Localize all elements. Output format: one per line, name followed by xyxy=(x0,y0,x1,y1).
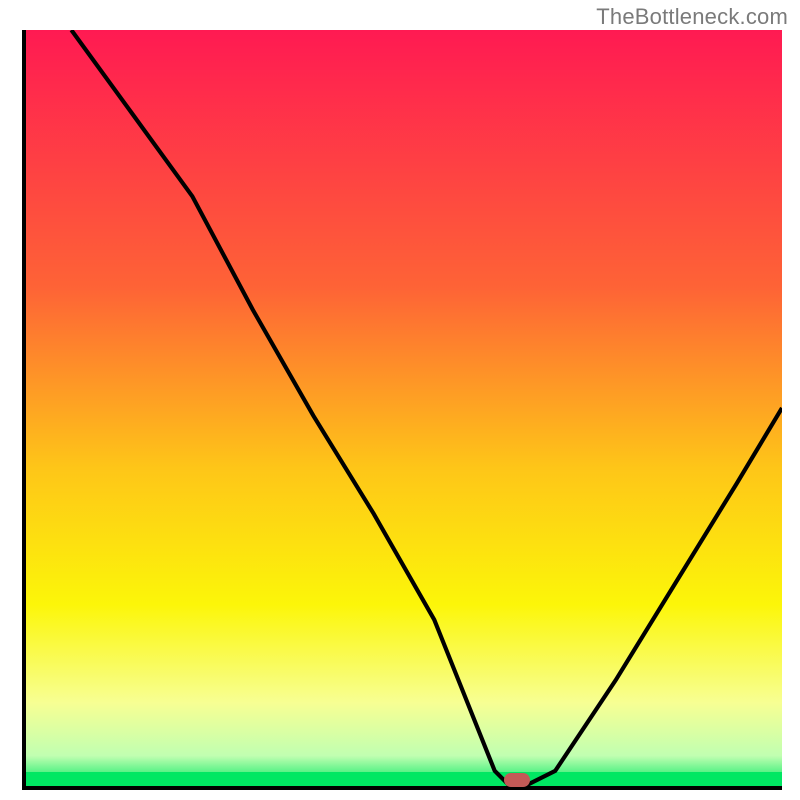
optimal-point-marker xyxy=(504,773,530,787)
attribution-label: TheBottleneck.com xyxy=(596,4,788,30)
heat-gradient xyxy=(26,30,782,786)
chart-container: TheBottleneck.com xyxy=(0,0,800,800)
plot-area xyxy=(22,30,782,790)
green-baseline-band xyxy=(26,772,782,786)
